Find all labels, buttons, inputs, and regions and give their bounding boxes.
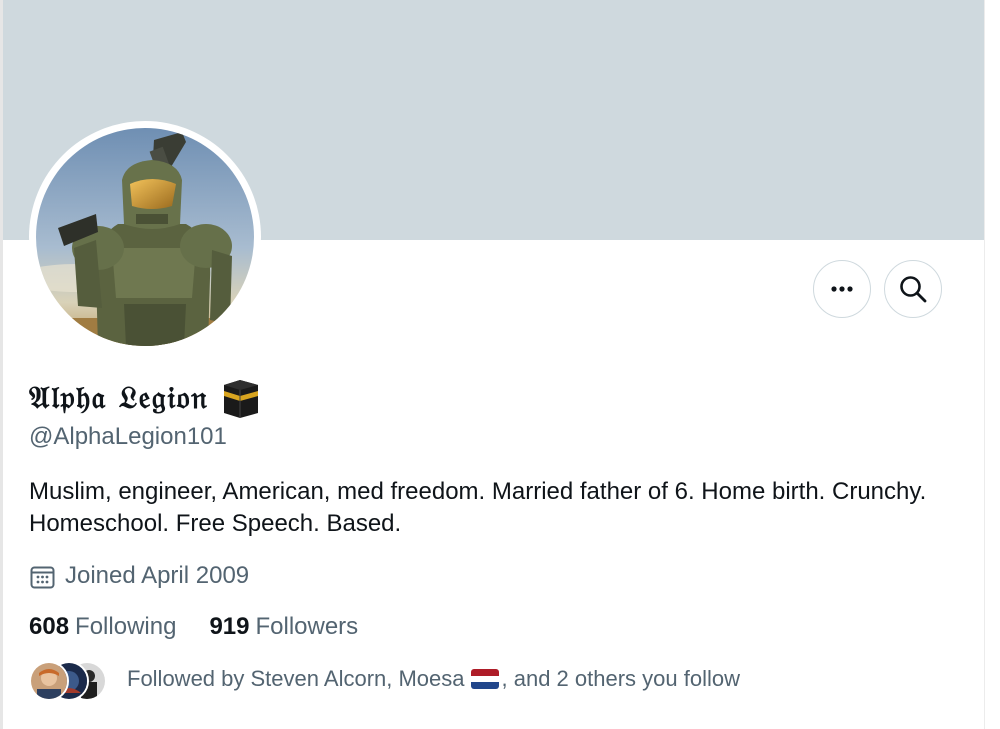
followers-link[interactable]: 919 Followers xyxy=(209,613,358,641)
followers-you-know[interactable]: Followed by Steven Alcorn, Moesa , and 2… xyxy=(29,658,740,701)
joined-date: Joined April 2009 xyxy=(29,560,249,592)
netherlands-flag-icon xyxy=(470,669,499,689)
calendar-icon xyxy=(30,566,55,588)
follow-stats: 608 Following 919 Followers xyxy=(29,611,358,643)
followers-label: Followers xyxy=(255,613,359,640)
followed-by-text: Followed by Steven Alcorn, Moesa , and 2… xyxy=(127,666,740,692)
display-name: 𝔄𝔩𝔭𝔥𝔞 𝔏𝔢𝔤𝔦𝔬𝔫 xyxy=(29,376,262,420)
window-right-edge xyxy=(984,0,1000,729)
mutual-avatar xyxy=(29,661,69,701)
followed-by-suffix: , and 2 others you follow xyxy=(501,666,740,691)
profile-bio: Muslim, engineer, American, med freedom.… xyxy=(29,478,927,537)
search-icon xyxy=(900,276,927,303)
following-count: 608 xyxy=(29,613,70,640)
following-link[interactable]: 608 Following xyxy=(29,613,176,641)
profile-avatar[interactable] xyxy=(36,128,254,346)
followed-by-prefix: Followed by Steven Alcorn, Moesa xyxy=(127,666,465,691)
joined-date-text: Joined April 2009 xyxy=(65,562,250,589)
more-options-button[interactable] xyxy=(813,260,871,318)
following-label: Following xyxy=(75,613,177,640)
profile-avatar-ring xyxy=(29,121,261,353)
profile-handle: @AlphaLegion101 xyxy=(29,423,227,450)
kaaba-icon xyxy=(224,380,259,418)
more-horizontal-icon xyxy=(831,286,853,292)
display-name-text: 𝔄𝔩𝔭𝔥𝔞 𝔏𝔢𝔤𝔦𝔬𝔫 xyxy=(29,379,209,416)
search-profile-button[interactable] xyxy=(884,260,942,318)
mutual-avatars xyxy=(29,660,107,701)
followers-count: 919 xyxy=(209,613,250,640)
